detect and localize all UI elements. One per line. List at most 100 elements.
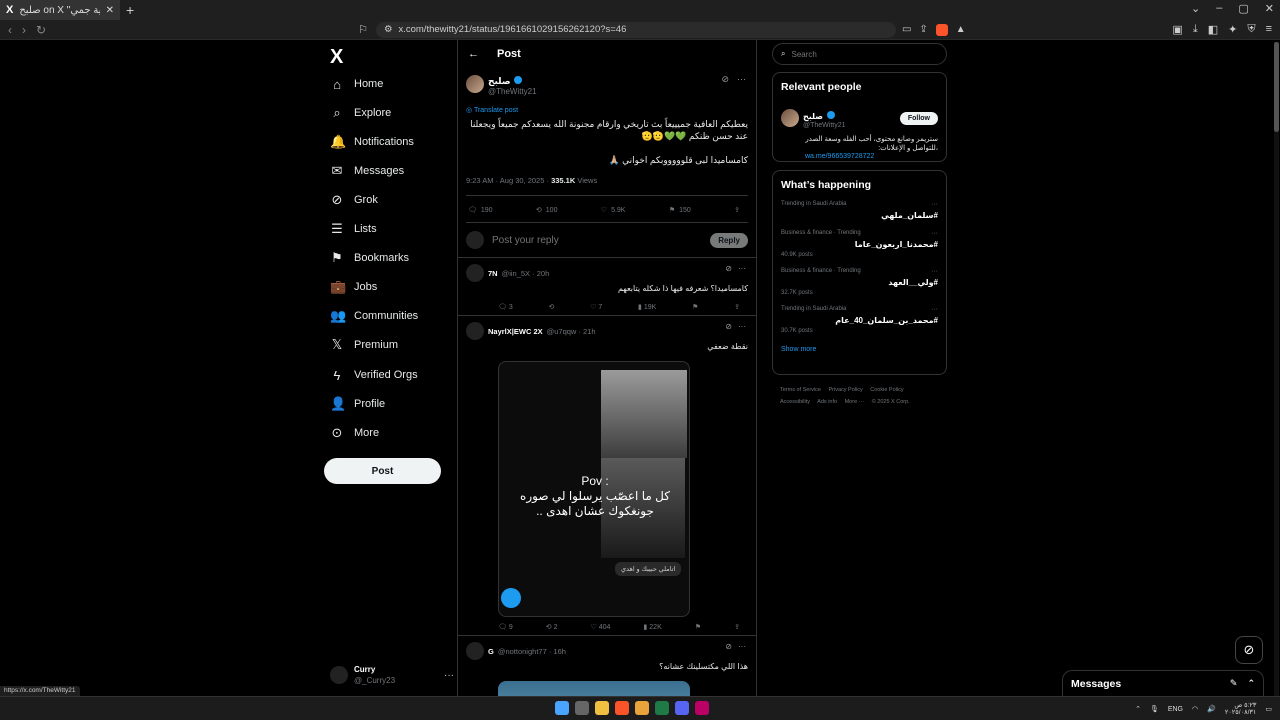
discord-icon[interactable] bbox=[675, 701, 689, 715]
page-scrollbar[interactable] bbox=[1274, 42, 1279, 696]
post-button[interactable]: Post bbox=[324, 458, 441, 484]
minimize-icon[interactable]: – bbox=[1216, 2, 1222, 15]
share-icon[interactable]: ⇪ bbox=[734, 623, 740, 631]
more-icon[interactable]: ··· bbox=[738, 264, 746, 273]
bookmark-icon[interactable]: ⚑ bbox=[692, 303, 698, 311]
like-action[interactable]: ♡ 5.9K bbox=[601, 206, 626, 215]
reply-action[interactable]: 🗨 3 bbox=[498, 303, 513, 311]
reply-media-image[interactable]: Pov : كل ما اعصّب يرسلوا لي صوره جونغكوك… bbox=[498, 361, 690, 617]
nav-verified-orgs[interactable]: ϟ Verified Orgs bbox=[330, 365, 418, 385]
menu-icon[interactable]: ≡ bbox=[1266, 23, 1272, 36]
more-icon[interactable]: ··· bbox=[931, 230, 938, 237]
reply-author-name[interactable]: 7N bbox=[488, 269, 498, 278]
like-action[interactable]: ♡ 7 bbox=[590, 303, 602, 311]
views-action[interactable]: ▮ 22K bbox=[643, 623, 661, 631]
volume-icon[interactable]: 🔊 bbox=[1207, 705, 1216, 713]
maximize-icon[interactable]: ▢ bbox=[1238, 2, 1248, 15]
nav-lists[interactable]: ☰ Lists bbox=[330, 219, 376, 239]
bookmark-icon[interactable]: ⚑ bbox=[695, 623, 701, 631]
bookmark-page-icon[interactable]: ⚐ bbox=[358, 23, 368, 36]
more-icon[interactable]: ··· bbox=[444, 670, 454, 681]
grok-icon[interactable]: ⊘ bbox=[725, 322, 732, 331]
trend-item[interactable]: Trending in Saudi Arabia #محمد_بن_سلمان_… bbox=[781, 306, 938, 334]
vpn-icon[interactable]: ⛨ bbox=[1247, 23, 1255, 36]
avatar[interactable] bbox=[466, 264, 484, 282]
more-icon[interactable]: ··· bbox=[931, 268, 938, 275]
reply-action[interactable]: 🗨 9 bbox=[498, 623, 513, 631]
bookmark-action[interactable]: ⚑ 150 bbox=[669, 206, 691, 215]
more-icon[interactable]: ··· bbox=[931, 201, 938, 208]
reply-author-name[interactable]: NayrlX|EWC 2X bbox=[488, 327, 543, 336]
reply-media-image[interactable] bbox=[498, 681, 690, 696]
brave-rewards-icon[interactable]: ▲ bbox=[956, 24, 966, 35]
wifi-icon[interactable]: ◠ bbox=[1192, 705, 1198, 713]
windows-start-icon[interactable] bbox=[555, 701, 569, 715]
downloads-icon[interactable]: ⤓ bbox=[1193, 23, 1198, 36]
browser-tab[interactable]: X صلبح on X "يعطيكم العافية جمي... ✕ bbox=[0, 0, 120, 20]
file-explorer-icon[interactable] bbox=[595, 701, 609, 715]
person-handle[interactable]: @TheWitty21 bbox=[803, 122, 846, 129]
footer-link[interactable]: More ··· bbox=[845, 399, 865, 405]
site-settings-icon[interactable]: ⚙ bbox=[384, 24, 393, 35]
avatar[interactable] bbox=[466, 75, 484, 93]
share-icon[interactable]: ⇪ bbox=[734, 303, 740, 311]
reply-item[interactable]: NayrlX|EWC 2X @u7qqw · 21h ⊘ ··· نقطة ضعف… bbox=[458, 316, 756, 636]
nav-jobs[interactable]: 💼 Jobs bbox=[330, 277, 377, 297]
reply-author-handle[interactable]: @u7qqw · 21h bbox=[547, 327, 596, 336]
nav-communities[interactable]: 👥 Communities bbox=[330, 306, 418, 326]
reply-item[interactable]: G @nottonight77 · 16h ⊘ ··· هذا اللي مكتس… bbox=[458, 636, 756, 696]
account-switcher[interactable]: Curry @_Curry23 ··· bbox=[330, 660, 454, 690]
close-tab-icon[interactable]: ✕ bbox=[106, 5, 114, 16]
translate-post-link[interactable]: ◎ Translate post bbox=[466, 106, 748, 114]
reply-item[interactable]: 7N @iin_5X · 20h ⊘ ··· كامساميدا؟ شعرفه ف… bbox=[458, 258, 756, 316]
grok-icon[interactable]: ⊘ bbox=[725, 264, 732, 273]
scrollbar-thumb[interactable] bbox=[1274, 42, 1279, 132]
person-name[interactable]: صلبح bbox=[803, 112, 823, 121]
microphone-icon[interactable]: 🎙 bbox=[1150, 705, 1159, 713]
extensions-icon[interactable]: ✦ bbox=[1228, 23, 1237, 36]
footer-link[interactable]: Privacy Policy bbox=[829, 387, 863, 393]
show-more-link[interactable]: Show more bbox=[781, 346, 938, 353]
url-field[interactable]: ⚙ x.com/thewitty21/status/19616610291562… bbox=[375, 21, 896, 38]
x-logo-icon[interactable]: X bbox=[330, 46, 343, 69]
tweet-time[interactable]: 9:23 AM · Aug 30, 2025 · bbox=[466, 176, 551, 185]
clock[interactable]: ٥:٢٣ ص ٢٠٢٥/٠٨/٣١ bbox=[1225, 702, 1257, 716]
more-icon[interactable]: ··· bbox=[738, 642, 746, 651]
avatar[interactable] bbox=[466, 642, 484, 660]
task-view-icon[interactable] bbox=[575, 701, 589, 715]
nav-messages[interactable]: ✉ Messages bbox=[330, 161, 405, 181]
nav-grok[interactable]: ⊘ Grok bbox=[330, 190, 378, 210]
more-icon[interactable]: ··· bbox=[737, 74, 746, 85]
reload-icon[interactable]: ↻ bbox=[36, 23, 46, 37]
more-icon[interactable]: ··· bbox=[931, 306, 938, 313]
reader-mode-icon[interactable]: ▭ bbox=[902, 24, 911, 35]
more-icon[interactable]: ··· bbox=[738, 322, 746, 331]
repost-action[interactable]: ⟲ 100 bbox=[536, 206, 558, 215]
chevron-down-icon[interactable]: ⌄ bbox=[1191, 2, 1200, 15]
footer-link[interactable]: Accessibility bbox=[780, 399, 810, 405]
person-link[interactable]: wa.me/966539728722 bbox=[781, 153, 938, 160]
new-tab-icon[interactable]: + bbox=[126, 2, 134, 18]
nav-profile[interactable]: 👤 Profile bbox=[330, 394, 385, 414]
back-arrow-icon[interactable]: ← bbox=[468, 48, 479, 60]
nav-explore[interactable]: ⌕ Explore bbox=[330, 103, 391, 123]
language-indicator[interactable]: ENG bbox=[1168, 706, 1183, 713]
repost-action[interactable]: ⟲ 2 bbox=[546, 623, 558, 631]
app-icon[interactable] bbox=[695, 701, 709, 715]
share-icon[interactable]: ⇪ bbox=[919, 24, 927, 35]
follow-button[interactable]: Follow bbox=[899, 111, 938, 125]
trend-item[interactable]: Business & finance · Trending #محمدنا_ار… bbox=[781, 230, 938, 258]
brave-shields-icon[interactable] bbox=[935, 23, 948, 36]
notifications-icon[interactable]: ▭ bbox=[1265, 705, 1272, 713]
share-action[interactable]: ⇪ bbox=[734, 206, 740, 214]
reply-author-handle[interactable]: @iin_5X · 20h bbox=[502, 269, 550, 278]
excel-icon[interactable] bbox=[655, 701, 669, 715]
trend-item[interactable]: Business & finance · Trending #ولي__العه… bbox=[781, 268, 938, 296]
messages-drawer[interactable]: Messages ✎ ⌃ bbox=[1062, 670, 1264, 696]
avatar[interactable] bbox=[781, 109, 799, 127]
sidebar-toggle-icon[interactable]: ◧ bbox=[1208, 23, 1218, 36]
wallet-icon[interactable]: ▣ bbox=[1172, 23, 1182, 36]
forward-icon[interactable]: › bbox=[22, 23, 26, 37]
nav-home[interactable]: ⌂ Home bbox=[330, 74, 383, 94]
author-name[interactable]: صلبح bbox=[488, 76, 511, 86]
